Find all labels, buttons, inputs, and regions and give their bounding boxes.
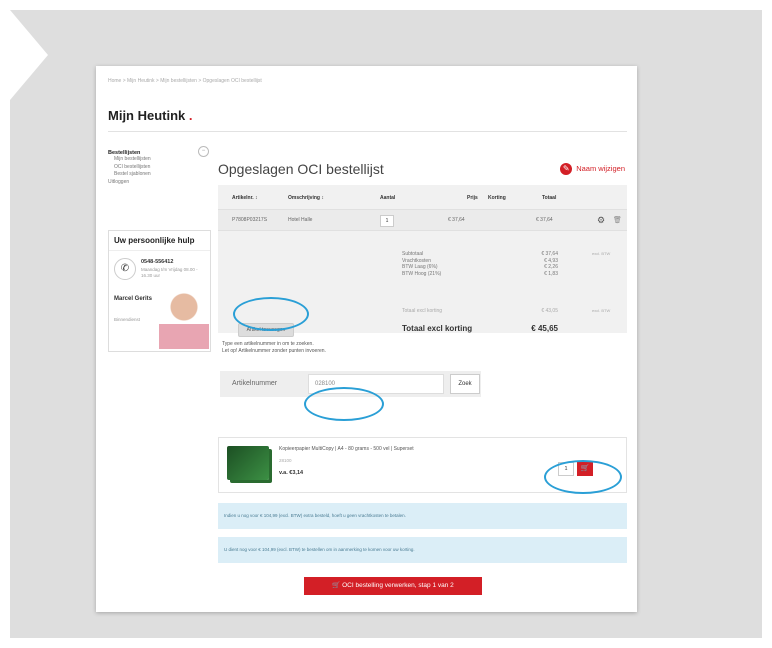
summary-values: € 37,64 € 4,93 € 2,26 € 1,83 [541,251,558,277]
sidebar-item-logout[interactable]: Uitloggen [108,179,211,187]
sidebar-item-my-lists[interactable]: Mijn bestellijsten [114,156,211,164]
search-button[interactable]: Zoek [450,374,480,394]
screenshot-card: Home > Mijn Heutink > Mijn bestellijsten… [96,66,637,612]
discount-info: U dient nog voor € 104,99 (excl. BTW) te… [218,537,627,563]
sidebar: − Bestellijsten Mijn bestellijsten OCI b… [108,146,211,187]
divider [108,131,627,132]
header-description[interactable]: Omschrijving ↕ [288,195,324,201]
discount-value: € 43,05 [541,308,558,314]
shipping-info: Indien u nog voor € 104,99 (excl. BTW) e… [218,503,627,529]
highlight-circle [304,387,384,421]
vat-note-2: excl. BTW [592,308,611,313]
sidebar-item-oci-lists[interactable]: OCI bestellijsten [114,164,211,172]
highlight-circle [544,460,622,494]
product-image[interactable] [227,446,269,480]
sidebar-item-templates[interactable]: Bestel sjablonen [114,171,211,179]
vat-note: excl. BTW [592,251,611,256]
help-title: Uw persoonlijke hulp [109,231,210,251]
cart-icon-cta: 🛒 [332,582,343,589]
header-discount: Korting [488,195,506,201]
search-hint: Type een artikelnummer in om te zoeken. … [222,341,326,355]
row-article: P7808P03217S [232,217,268,223]
process-order-button[interactable]: 🛒 OCI bestelling verwerken, stap 1 van 2 [304,577,482,595]
summary-labels: Subtotaal Vrachtkosten BTW Laag (6%) BTW… [402,251,442,277]
trash-icon[interactable]: 🗑 [613,216,622,224]
pencil-icon: ✎ [560,163,573,175]
help-name: Marcel Gerits [114,296,153,302]
search-label: Artikelnummer [232,380,278,387]
list-title: Opgeslagen OCI bestellijst [218,161,384,177]
product-price: v.a. €3,14 [279,470,304,476]
row-total: € 37,64 [536,217,553,223]
header-article[interactable]: Artikelnr. ↕ [232,195,258,201]
discount-label: Totaal excl korting [402,308,443,314]
total-value: € 45,65 [531,324,558,333]
product-name[interactable]: Kopieerpapier MultiCopy | A4 - 80 grams … [279,446,414,452]
search-hint-line1: Type een artikelnummer in om te zoeken. [222,341,314,347]
highlight-circle [233,297,309,331]
breadcrumb[interactable]: Home > Mijn Heutink > Mijn bestellijsten… [108,78,262,84]
page-title: Mijn Heutink . [108,108,193,123]
collapse-toggle[interactable]: − [198,146,209,157]
header-price: Prijs [467,195,478,201]
process-order-label: OCI bestelling verwerken, stap 1 van 2 [342,582,454,589]
avatar [159,289,209,349]
row-quantity-input[interactable]: 1 [380,215,394,227]
rename-label: Naam wijzigen [576,163,625,173]
table-row: P7808P03217S Hotel Halle 1 € 37,64 € 37,… [218,209,627,231]
row-description: Hotel Halle [288,217,313,223]
help-hours: Maandag t/m Vrijdag 08.00 - 16.30 uur [141,267,198,278]
help-phone[interactable]: 0548-556412 [141,259,173,265]
help-role: Binnendienst [114,317,141,322]
gear-icon[interactable]: ⚙ [597,215,605,226]
brand-name: Mijn Heutink [108,108,186,123]
rename-button[interactable]: ✎ Naam wijzigen [560,163,625,175]
product-code: 28100 [279,458,292,463]
personal-help-box: Uw persoonlijke hulp ✆ 0548-556412 Maand… [108,230,211,352]
row-price: € 37,64 [448,217,465,223]
total-label: Totaal excl korting [402,324,473,333]
phone-icon: ✆ [114,258,136,280]
brand-dot: . [188,108,193,123]
header-quantity: Aantal [380,195,396,201]
header-total: Totaal [542,195,557,201]
search-hint-line2: Let op! Artikelnummer zonder punten invo… [222,348,326,354]
